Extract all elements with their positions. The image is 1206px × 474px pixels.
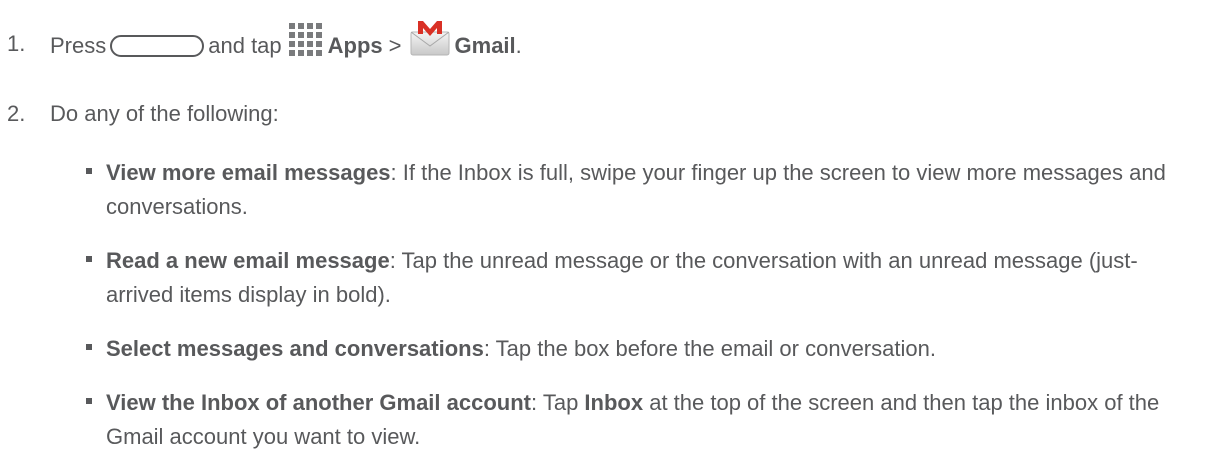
bullet-text: : Tap	[531, 390, 585, 415]
bullet-marker	[86, 168, 92, 174]
bullet-marker	[86, 256, 92, 262]
bullet-text: : Tap the box before the email or conver…	[483, 336, 936, 361]
apps-label: Apps	[327, 33, 383, 58]
step-body: Do any of the following:	[50, 101, 279, 126]
bullet-title: View more email messages	[106, 160, 391, 185]
bullet-title: View the Inbox of another Gmail account	[106, 390, 531, 415]
list-item: Read a new email message: Tap the unread…	[86, 244, 1186, 312]
separator: >	[388, 33, 402, 58]
inbox-label: Inbox	[584, 390, 644, 415]
step-number: 2.	[7, 101, 26, 126]
bullet-marker	[86, 398, 92, 404]
list-item: View more email messages: If the Inbox i…	[86, 156, 1186, 224]
gmail-envelope-icon	[410, 21, 450, 56]
step-body: Press and tap Apps > Gmail .	[50, 21, 522, 62]
and-tap-text: and tap	[208, 33, 282, 58]
press-text: Press	[50, 33, 107, 58]
home-key-icon	[110, 35, 205, 57]
list-item: Select messages and conversations: Tap t…	[86, 332, 1186, 366]
gmail-label: Gmail	[454, 33, 516, 58]
bullet-title: Select messages and conversations	[106, 336, 484, 361]
step-end: .	[515, 33, 522, 58]
bullet-title: Read a new email message	[106, 248, 390, 273]
list-item: View the Inbox of another Gmail account:…	[86, 386, 1186, 454]
apps-grid-icon	[288, 23, 322, 56]
bullet-marker	[86, 344, 92, 350]
step-number: 1.	[7, 31, 26, 56]
